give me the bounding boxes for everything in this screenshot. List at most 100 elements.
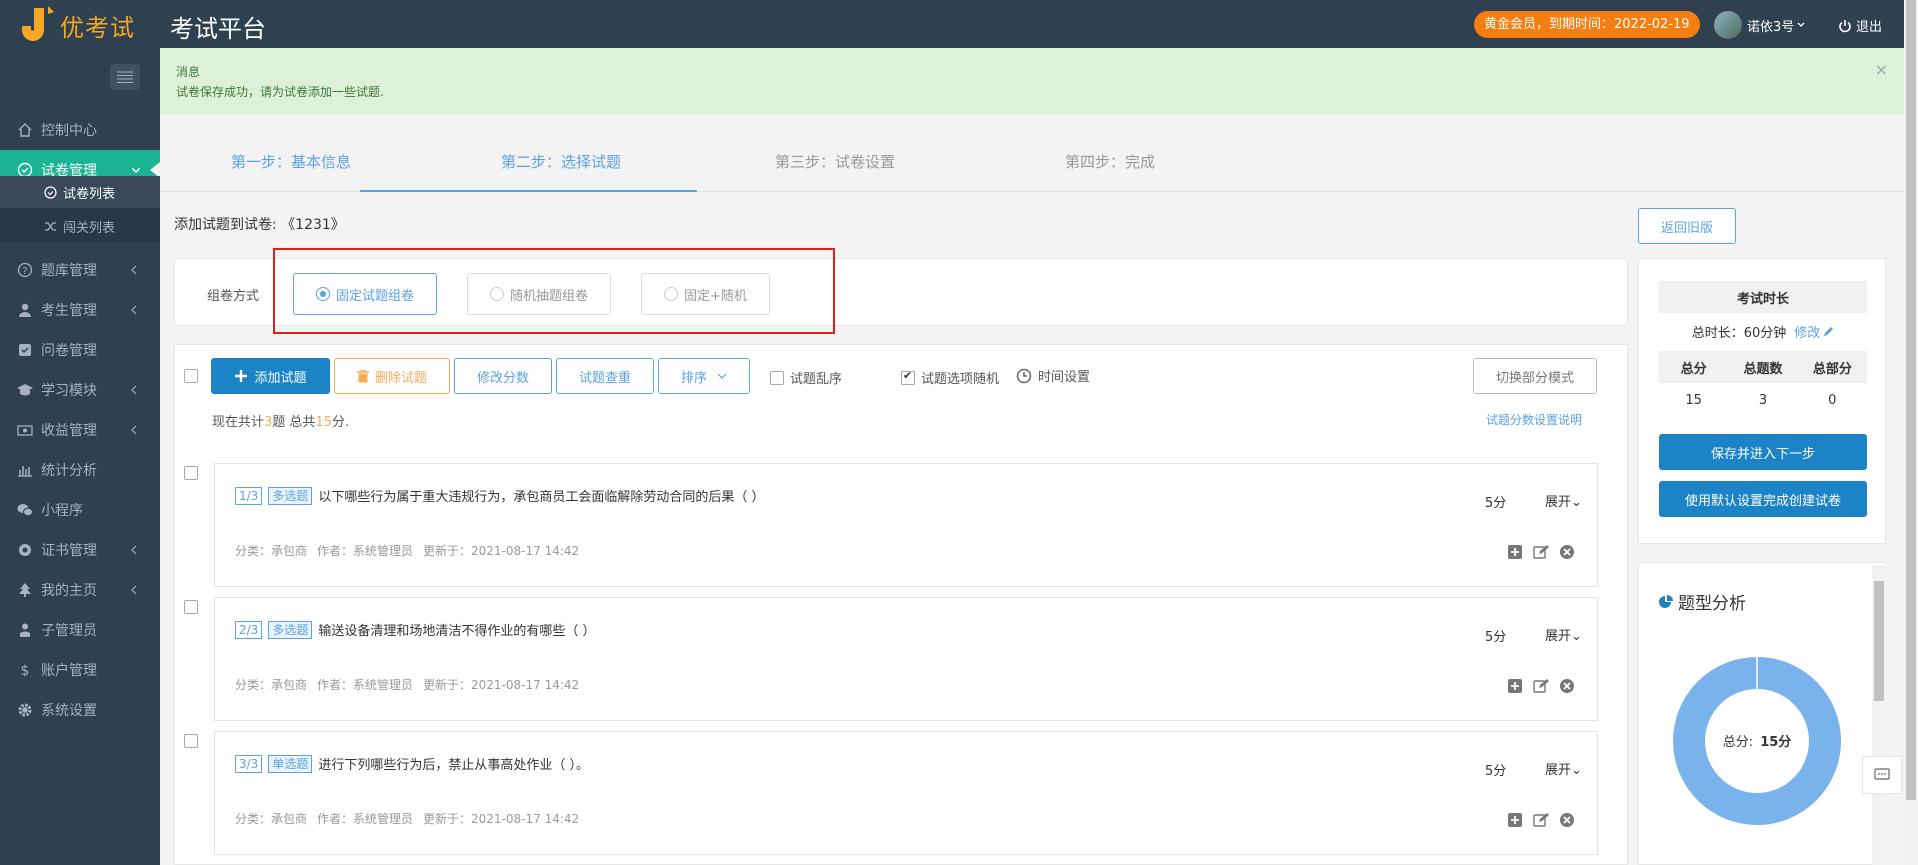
shuffle-icon	[45, 221, 56, 231]
page-scrollbar-thumb[interactable]	[1906, 0, 1916, 800]
sort-dropdown[interactable]: 排序	[658, 358, 750, 394]
save-next-button[interactable]: 保存并进入下一步	[1659, 434, 1867, 470]
panel-scrollbar-thumb[interactable]	[1874, 581, 1884, 701]
question-card: 3/3 单选题 进行下列哪些行为后，禁止从事高处作业（ ）。 5分 展开⌄ 分类…	[214, 731, 1598, 855]
expand-toggle[interactable]: 展开⌄	[1545, 491, 1582, 510]
sidebar-item-learning[interactable]: 学习模块	[0, 370, 160, 410]
user-menu[interactable]: 诺依3号	[1714, 11, 1808, 39]
question-text: 以下哪些行为属于重大违规行为，承包商员工会面临解除劳动合同的后果（ ）	[318, 490, 765, 505]
chevron-down-icon: ⌄	[1571, 495, 1582, 510]
sidebar-item-mini-program[interactable]: 小程序	[0, 490, 160, 530]
question-card: 2/3 多选题 输送设备清理和场地清洁不得作业的有哪些（ ） 5分 展开⌄ 分类…	[214, 597, 1598, 721]
dedupe-button[interactable]: 试题查重	[556, 358, 654, 394]
logo[interactable]: 优考试	[20, 6, 135, 44]
question-checkbox[interactable]	[184, 734, 198, 748]
logout-button[interactable]: 退出	[1838, 16, 1882, 35]
score-help-link[interactable]: 试题分数设置说明	[1486, 411, 1582, 428]
sidebar-item-candidates[interactable]: 考生管理	[0, 290, 160, 330]
expand-label: 展开	[1545, 495, 1572, 510]
top-bar: 优考试 考试平台 黄金会员，到期时间：2022-02-19 诺依3号 退出	[0, 0, 1918, 48]
sidebar-item-question-bank[interactable]: ? 题库管理	[0, 250, 160, 290]
question-number: 2/3	[235, 620, 263, 639]
add-question-button[interactable]: 添加试题	[211, 358, 330, 394]
question-actions	[1507, 678, 1575, 694]
compose-method-label: 组卷方式	[207, 289, 260, 304]
default-create-button[interactable]: 使用默认设置完成创建试卷	[1659, 481, 1867, 517]
select-all-checkbox[interactable]	[184, 369, 198, 383]
option-random-checkbox[interactable]	[901, 369, 915, 385]
compose-option-random[interactable]: 随机抽题组卷	[467, 273, 612, 315]
sidebar-item-label: 证书管理	[41, 543, 97, 559]
edit-icon[interactable]	[1533, 678, 1549, 694]
duration-row: 总时长：60分钟 修改	[1659, 315, 1867, 347]
delete-circle-icon[interactable]	[1559, 544, 1575, 560]
vip-badge[interactable]: 黄金会员，到期时间：2022-02-19	[1474, 11, 1700, 38]
question-number: 1/3	[235, 486, 263, 505]
edit-duration-label: 修改	[1794, 325, 1821, 341]
return-old-version-button[interactable]: 返回旧版	[1638, 208, 1736, 244]
plus-square-icon[interactable]	[1507, 678, 1523, 694]
submenu-item-label: 闯关列表	[63, 220, 116, 236]
sidebar-item-statistics[interactable]: 统计分析	[0, 450, 160, 490]
money-icon	[17, 425, 33, 436]
stats-header-row: 总分 总题数 总部分	[1659, 351, 1867, 383]
sidebar-item-my-homepage[interactable]: 我的主页	[0, 570, 160, 610]
expand-toggle[interactable]: 展开⌄	[1545, 625, 1582, 644]
compose-option-fixed[interactable]: 固定试题组卷	[293, 273, 438, 315]
question-checkbox[interactable]	[184, 600, 198, 614]
close-icon[interactable]: ×	[1875, 60, 1888, 79]
delete-circle-icon[interactable]	[1559, 812, 1575, 828]
step-exam-settings[interactable]: 第三步：试卷设置	[775, 151, 895, 172]
time-setting-button[interactable]: 时间设置	[1016, 366, 1090, 385]
sidebar-item-account[interactable]: $ 账户管理	[0, 650, 160, 690]
edit-icon[interactable]	[1533, 812, 1549, 828]
compose-option-fixed-random[interactable]: 固定+随机	[641, 273, 770, 315]
plus-square-icon[interactable]	[1507, 544, 1523, 560]
expand-toggle[interactable]: 展开⌄	[1545, 759, 1582, 778]
step-select-questions[interactable]: 第二步：选择试题	[501, 151, 621, 172]
edit-duration-link[interactable]: 修改	[1794, 322, 1834, 341]
delete-question-button[interactable]: 删除试题	[334, 358, 450, 394]
question-checkbox[interactable]	[184, 466, 198, 480]
trash-icon	[356, 369, 369, 382]
shuffle-option[interactable]: 试题乱序	[770, 368, 842, 387]
page-scrollbar[interactable]	[1904, 0, 1918, 865]
submenu-item-level-list[interactable]: 闯关列表	[0, 210, 160, 242]
sidebar-item-sub-admin[interactable]: 子管理员	[0, 610, 160, 650]
analysis-title-row: 题型分析	[1659, 589, 1746, 614]
delete-circle-icon[interactable]	[1559, 678, 1575, 694]
question-author: 作者：系统管理员	[317, 544, 414, 558]
sidebar-item-certificates[interactable]: 证书管理	[0, 530, 160, 570]
question-meta: 分类：承包商 作者：系统管理员 更新于：2021-08-17 14:42	[235, 676, 589, 693]
question-score: 5分	[1485, 630, 1507, 645]
stats-header: 总部分	[1812, 361, 1852, 377]
sidebar-toggle-button[interactable]	[110, 64, 140, 90]
step-basic-info[interactable]: 第一步：基本信息	[231, 151, 351, 172]
chevron-down-icon	[132, 167, 140, 173]
analysis-title: 题型分析	[1678, 594, 1746, 614]
submenu-item-exam-list[interactable]: 试卷列表	[0, 176, 160, 208]
compose-option-label: 固定试题组卷	[336, 288, 415, 304]
edit-icon[interactable]	[1533, 544, 1549, 560]
compose-method-panel: 组卷方式 固定试题组卷 随机抽题组卷 固定+随机	[174, 258, 1628, 326]
step-finish[interactable]: 第四步：完成	[1065, 151, 1155, 172]
question-actions	[1507, 544, 1575, 560]
question-header: 1/3 多选题 以下哪些行为属于重大违规行为，承包商员工会面临解除劳动合同的后果…	[235, 486, 764, 505]
stats-value-row: 15 3 0	[1659, 393, 1867, 408]
feedback-button[interactable]	[1862, 756, 1902, 794]
sidebar-item-dashboard[interactable]: 控制中心	[0, 110, 160, 150]
question-header: 3/3 单选题 进行下列哪些行为后，禁止从事高处作业（ ）。	[235, 754, 589, 773]
option-random-option[interactable]: 试题选项随机	[901, 368, 999, 387]
sidebar-item-settings[interactable]: 系统设置	[0, 690, 160, 730]
plus-square-icon[interactable]	[1507, 812, 1523, 828]
sidebar-item-label: 考生管理	[41, 303, 97, 319]
chevron-left-icon	[131, 385, 137, 395]
switch-mode-button[interactable]: 切换部分模式	[1473, 358, 1597, 394]
stats-value: 15	[1685, 393, 1702, 408]
sidebar-item-survey[interactable]: 问卷管理	[0, 330, 160, 370]
panel-scrollbar[interactable]	[1872, 565, 1886, 865]
shuffle-checkbox[interactable]	[770, 370, 784, 385]
sidebar-item-revenue[interactable]: 收益管理	[0, 410, 160, 450]
edit-score-button[interactable]: 修改分数	[454, 358, 552, 394]
sidebar-item-label: 小程序	[41, 503, 83, 519]
